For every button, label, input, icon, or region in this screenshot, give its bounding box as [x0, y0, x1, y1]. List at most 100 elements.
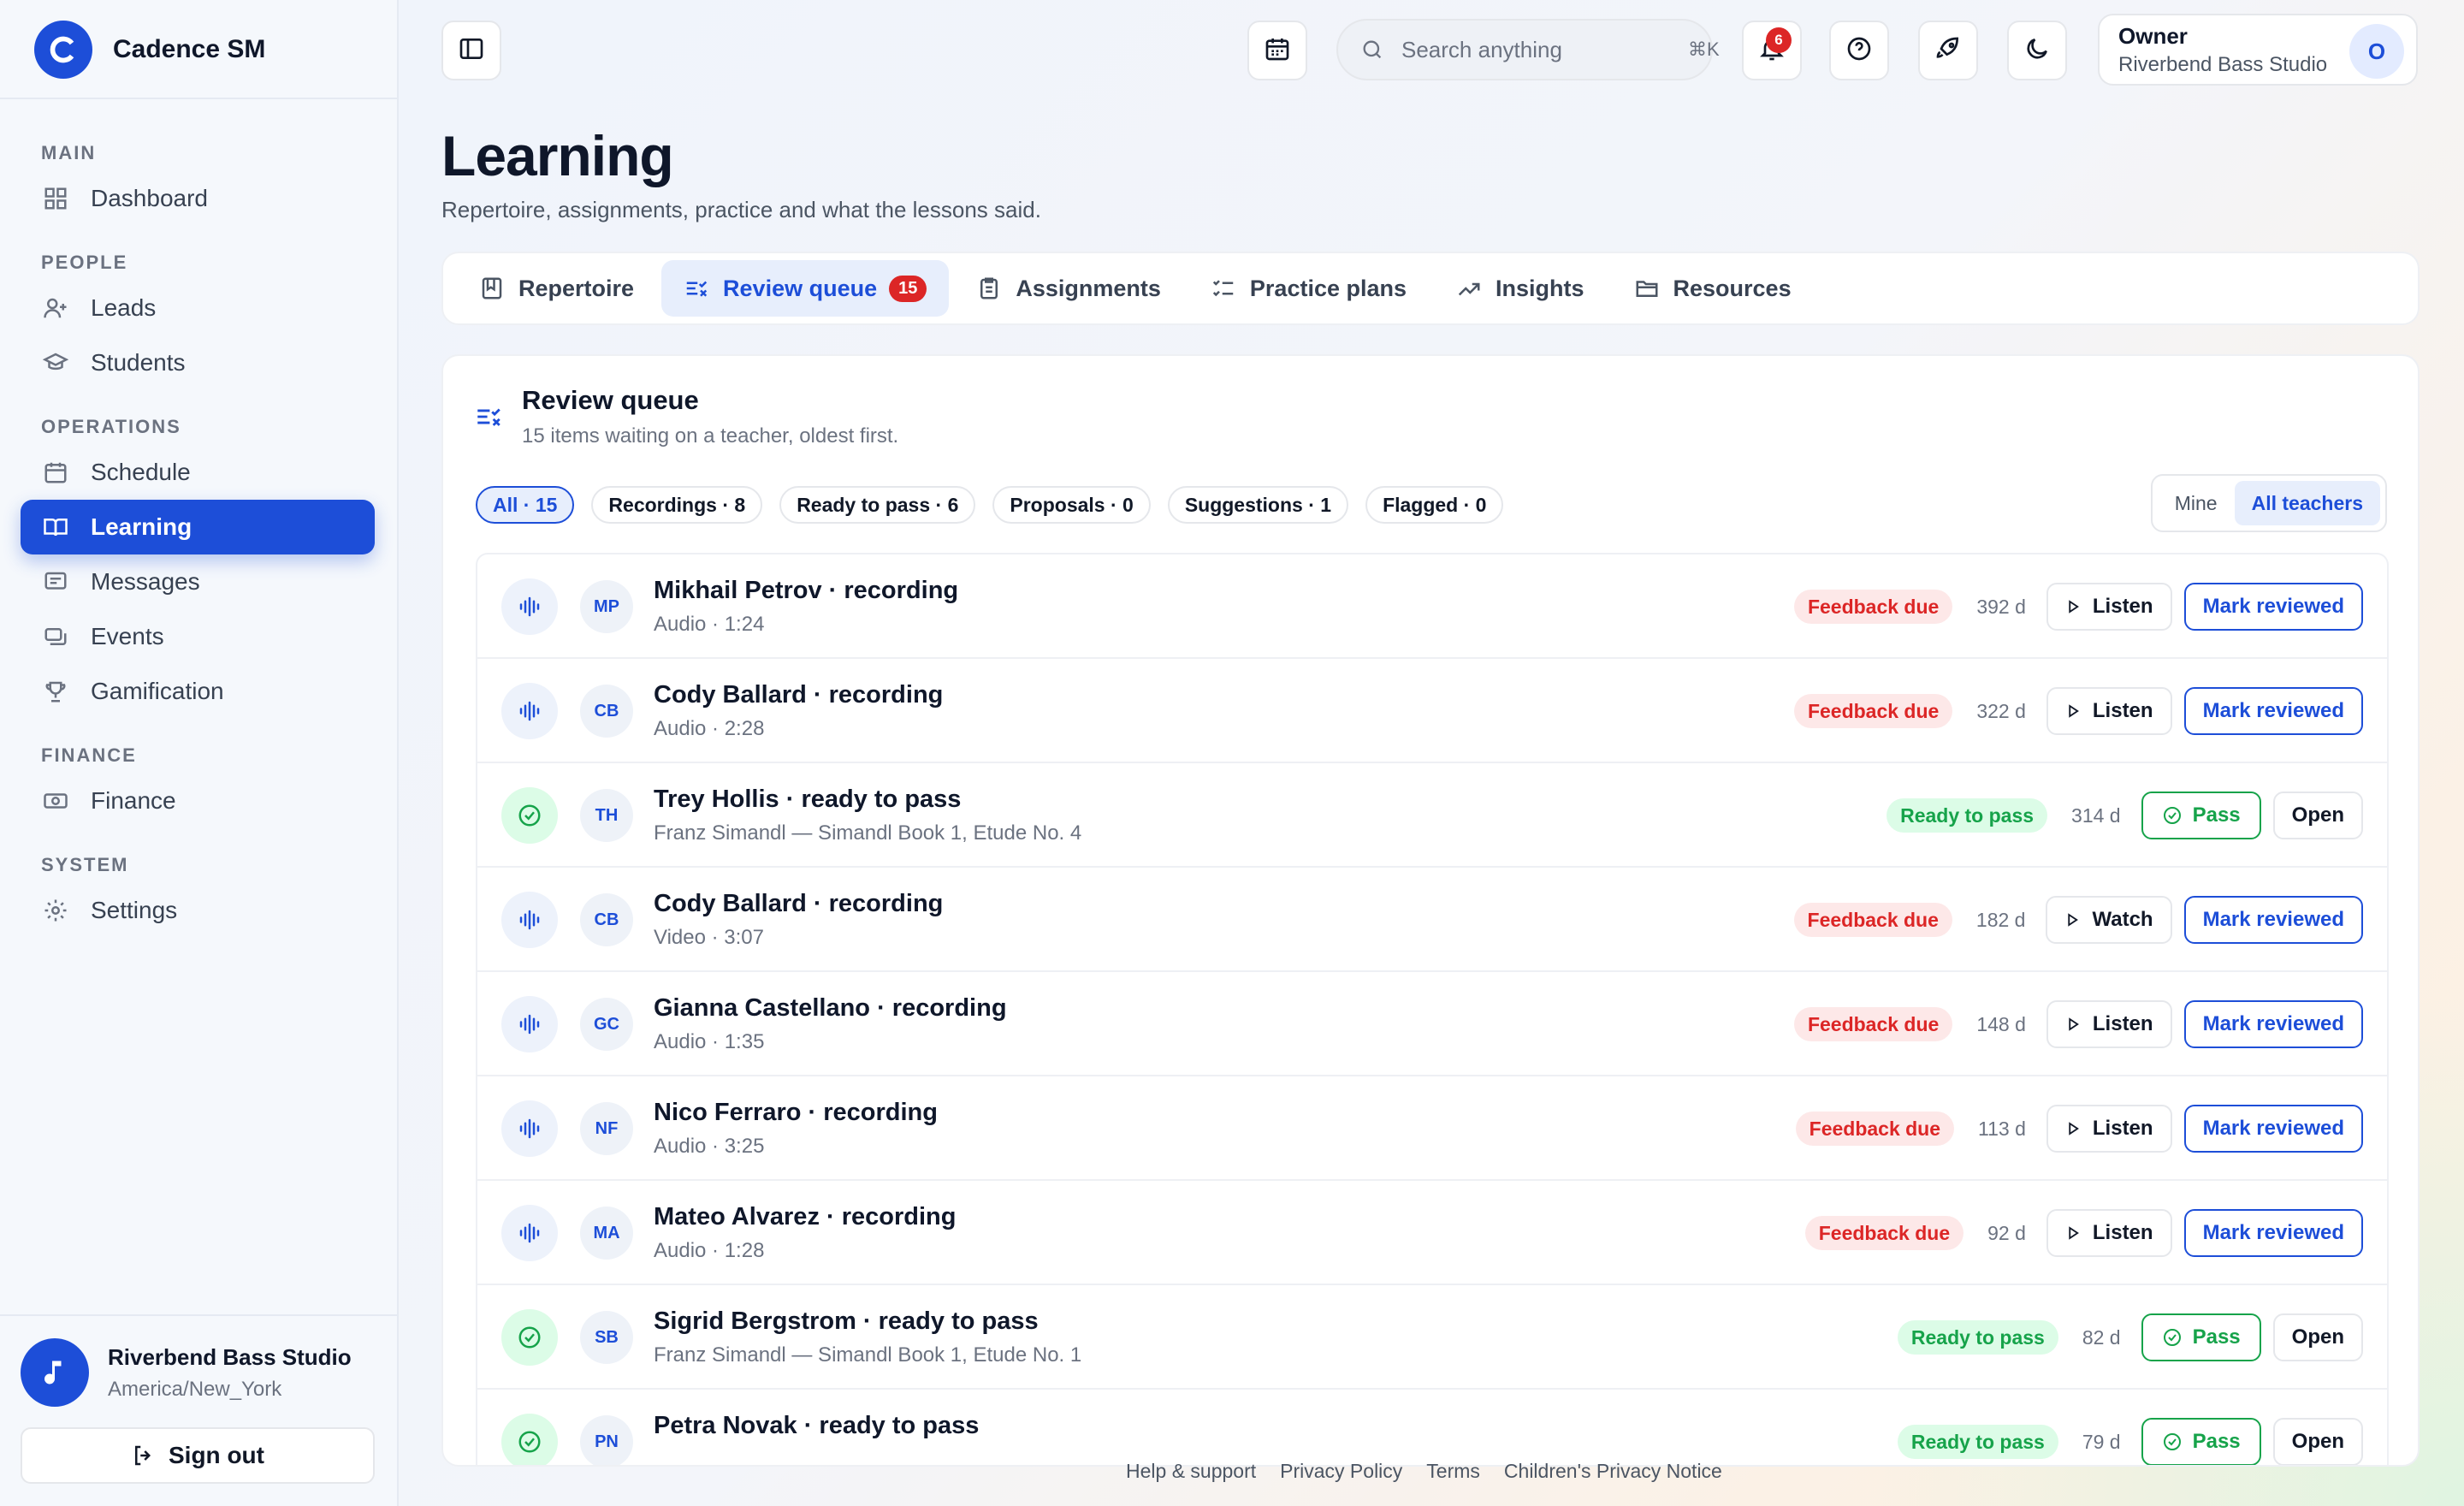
sidebar-item-dashboard[interactable]: Dashboard — [21, 171, 375, 226]
scope-mine[interactable]: Mine — [2158, 481, 2235, 525]
sidebar-item-settings[interactable]: Settings — [21, 883, 375, 938]
clipboard-icon — [976, 276, 1002, 301]
footer-link-privacy[interactable]: Privacy Policy — [1280, 1460, 1402, 1483]
check-circle-icon — [501, 1309, 558, 1366]
table-row[interactable]: MP Mikhail Petrov · recording Audio · 1:24… — [477, 554, 2387, 659]
filter-proposals[interactable]: Proposals · 0 — [992, 486, 1151, 524]
listen-button[interactable]: Listen — [2046, 583, 2172, 631]
table-row[interactable]: SB Sigrid Bergstrom · ready to pass Franz … — [477, 1285, 2387, 1390]
mark-reviewed-button[interactable]: Mark reviewed — [2183, 1000, 2363, 1048]
mark-reviewed-button[interactable]: Mark reviewed — [2183, 687, 2363, 735]
page-title: Learning — [441, 124, 674, 187]
sidebar-item-events[interactable]: Events — [21, 609, 375, 664]
sidebar-item-gamification[interactable]: Gamification — [21, 664, 375, 719]
check-circle-icon — [501, 1414, 558, 1465]
filter-all[interactable]: All · 15 — [476, 486, 575, 524]
sign-out-icon — [131, 1443, 157, 1468]
mark-reviewed-button[interactable]: Mark reviewed — [2183, 1209, 2363, 1257]
mark-reviewed-button[interactable]: Mark reviewed — [2183, 896, 2363, 944]
sidebar-item-messages[interactable]: Messages — [21, 554, 375, 609]
row-subtitle: Audio · 1:35 — [654, 1030, 765, 1053]
avatar: O — [2349, 24, 2404, 79]
tab-insights[interactable]: Insights — [1434, 260, 1607, 317]
table-row[interactable]: MA Mateo Alvarez · recording Audio · 1:28 F… — [477, 1181, 2387, 1285]
tab-assignments[interactable]: Assignments — [954, 260, 1183, 317]
table-row[interactable]: CB Cody Ballard · recording Audio · 2:28 Fe… — [477, 659, 2387, 763]
theme-toggle-button[interactable] — [2007, 21, 2067, 80]
sidebar-item-label: Students — [91, 349, 186, 376]
open-button[interactable]: Open — [2272, 792, 2363, 839]
search-input[interactable] — [1401, 36, 1688, 63]
tab-repertoire[interactable]: Repertoire — [457, 260, 656, 317]
sidebar-item-schedule[interactable]: Schedule — [21, 445, 375, 500]
mark-reviewed-button[interactable]: Mark reviewed — [2183, 583, 2363, 631]
table-row[interactable]: PN Petra Novak · ready to pass Ready to pa… — [477, 1390, 2387, 1465]
check-circle-icon — [2162, 1432, 2183, 1452]
repertoire-icon — [479, 276, 505, 301]
row-actions: Feedback due 392 d Listen Mark reviewed — [1793, 554, 2363, 659]
brand[interactable]: Cadence SM — [34, 21, 265, 79]
sidebar-item-learning[interactable]: Learning — [21, 500, 375, 554]
filter-ready-to-pass[interactable]: Ready to pass · 6 — [779, 486, 976, 524]
tab-resources[interactable]: Resources — [1612, 260, 1814, 317]
user-plus-icon — [41, 293, 70, 323]
tab-review-queue[interactable]: Review queue 15 — [661, 260, 950, 317]
help-button[interactable] — [1829, 21, 1889, 80]
sidebar-item-label: Messages — [91, 568, 200, 595]
avatar: CB — [580, 893, 633, 946]
filter-suggestions[interactable]: Suggestions · 1 — [1167, 486, 1349, 524]
search-bar[interactable]: ⌘K — [1336, 19, 1720, 80]
avatar: GC — [580, 998, 633, 1051]
avatar: CB — [580, 685, 633, 738]
open-button[interactable]: Open — [2272, 1418, 2363, 1465]
sidebar-item-students[interactable]: Students — [21, 335, 375, 390]
notifications-button[interactable]: 6 — [1742, 21, 1802, 80]
table-row[interactable]: NF Nico Ferraro · recording Audio · 3:25 Fe… — [477, 1076, 2387, 1181]
listen-button[interactable]: Listen — [2046, 1105, 2172, 1153]
pass-button[interactable]: Pass — [2141, 792, 2261, 839]
filter-chips: All · 15 Recordings · 8 Ready to pass · … — [476, 486, 1520, 524]
brand-logo — [34, 21, 92, 79]
footer-link-childrens-privacy[interactable]: Children's Privacy Notice — [1504, 1460, 1722, 1483]
launch-button[interactable] — [1918, 21, 1978, 80]
watch-button[interactable]: Watch — [2046, 896, 2172, 944]
tab-practice-plans[interactable]: Practice plans — [1188, 260, 1429, 317]
search-shortcut: ⌘K — [1688, 39, 1720, 60]
footer-link-help[interactable]: Help & support — [1126, 1460, 1256, 1483]
pass-label: Pass — [2192, 1325, 2241, 1349]
open-button[interactable]: Open — [2272, 1313, 2363, 1361]
account-menu[interactable]: Owner Riverbend Bass Studio O — [2098, 14, 2418, 86]
row-actions: Feedback due 148 d Listen Mark reviewed — [1793, 972, 2363, 1076]
calendar-icon — [41, 458, 70, 487]
filter-recordings[interactable]: Recordings · 8 — [591, 486, 763, 524]
sidebar-item-leads[interactable]: Leads — [21, 281, 375, 335]
pass-button[interactable]: Pass — [2141, 1313, 2261, 1361]
table-row[interactable]: TH Trey Hollis · ready to pass Franz Siman… — [477, 763, 2387, 868]
pass-button[interactable]: Pass — [2141, 1418, 2261, 1465]
play-icon — [2064, 912, 2080, 928]
table-row[interactable]: GC Gianna Castellano · recording Audio · 1… — [477, 972, 2387, 1076]
footer-link-terms[interactable]: Terms — [1426, 1460, 1480, 1483]
sidebar-item-finance[interactable]: Finance — [21, 774, 375, 828]
mark-reviewed-button[interactable]: Mark reviewed — [2183, 1105, 2363, 1153]
review-list: MP Mikhail Petrov · recording Audio · 1:24… — [476, 553, 2389, 1465]
dashboard-icon — [41, 184, 70, 213]
toggle-sidebar-button[interactable] — [441, 21, 501, 80]
age-label: 113 d — [1978, 1117, 2026, 1140]
filter-flagged[interactable]: Flagged · 0 — [1365, 486, 1504, 524]
help-icon — [1845, 35, 1873, 67]
listen-button[interactable]: Listen — [2046, 1209, 2172, 1257]
graduation-cap-icon — [41, 348, 70, 377]
brand-name: Cadence SM — [113, 35, 266, 63]
sign-out-button[interactable]: Sign out — [21, 1427, 375, 1484]
listen-button[interactable]: Listen — [2046, 687, 2172, 735]
table-row[interactable]: CB Cody Ballard · recording Video · 3:07 Fe… — [477, 868, 2387, 972]
row-actions: Feedback due 92 d Listen Mark reviewed — [1804, 1181, 2363, 1285]
calendar-button[interactable] — [1247, 21, 1307, 80]
scope-all-teachers[interactable]: All teachers — [2234, 481, 2380, 525]
folder-icon — [1634, 276, 1660, 301]
listen-button[interactable]: Listen — [2046, 1000, 2172, 1048]
tab-label: Review queue — [723, 275, 878, 301]
search-icon — [1360, 38, 1384, 62]
age-label: 322 d — [1976, 699, 2026, 722]
